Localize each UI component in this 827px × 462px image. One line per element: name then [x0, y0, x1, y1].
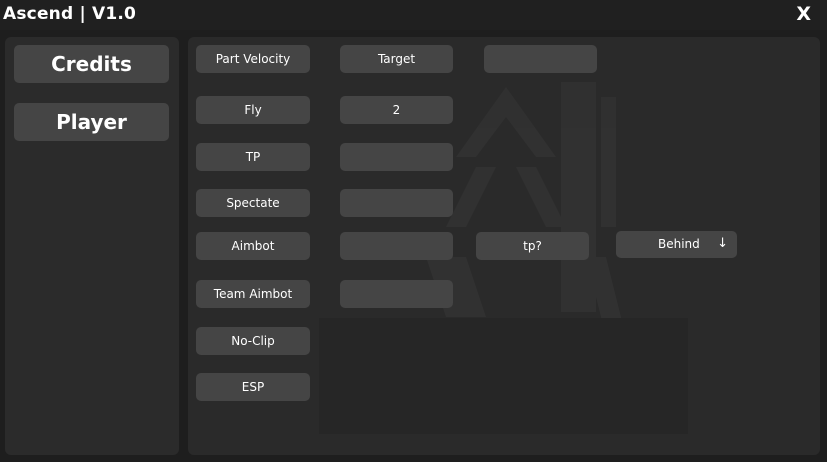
no-clip-button[interactable]: No-Clip [196, 327, 310, 355]
extra-input[interactable] [484, 45, 597, 73]
tp-button[interactable]: TP [196, 143, 310, 171]
title-bar: Ascend | V1.0 X [0, 0, 827, 30]
spectate-button[interactable]: Spectate [196, 189, 310, 217]
arrow-down-icon: ↓ [717, 236, 728, 251]
position-dropdown[interactable]: Behind ↓ [616, 231, 737, 258]
app-title: Ascend | V1.0 [3, 4, 137, 24]
player-panel: Part Velocity Fly TP Spectate Aimbot Tea… [188, 37, 820, 455]
fly-button[interactable]: Fly [196, 96, 310, 124]
sidebar: Credits Player [5, 37, 179, 455]
sidebar-item-credits[interactable]: Credits [14, 45, 169, 83]
esp-button[interactable]: ESP [196, 373, 310, 401]
fly-speed-input[interactable]: 2 [340, 96, 453, 124]
preview-panel [319, 318, 688, 434]
team-aimbot-button[interactable]: Team Aimbot [196, 280, 310, 308]
aimbot-input[interactable] [340, 232, 453, 260]
aimbot-button[interactable]: Aimbot [196, 232, 310, 260]
position-dropdown-value: Behind [658, 237, 700, 251]
part-velocity-button[interactable]: Part Velocity [196, 45, 310, 73]
team-aimbot-input[interactable] [340, 280, 453, 308]
tp-input[interactable] [340, 143, 453, 171]
sidebar-item-player[interactable]: Player [14, 103, 169, 141]
spectate-input[interactable] [340, 189, 453, 217]
target-input[interactable]: Target [340, 45, 453, 73]
tp-toggle-button[interactable]: tp? [476, 232, 589, 260]
close-button[interactable]: X [796, 3, 811, 25]
